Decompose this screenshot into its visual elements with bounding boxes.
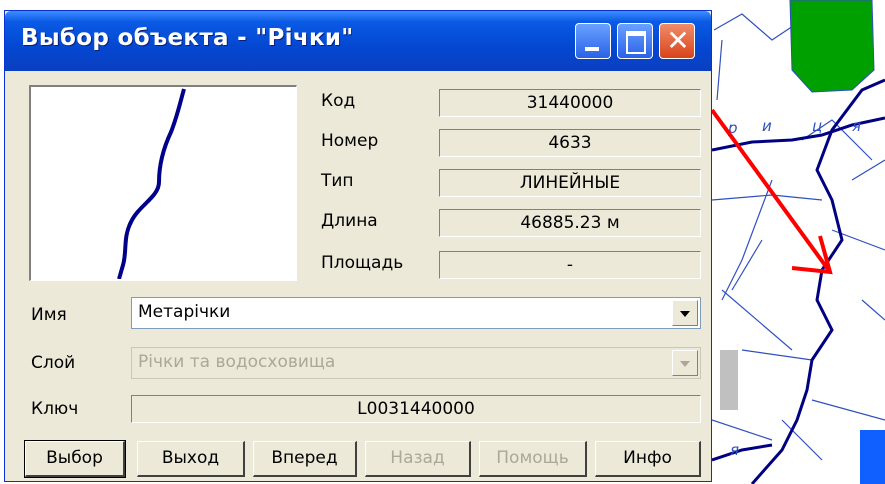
layer-label: Слой [31, 353, 76, 373]
maximize-icon [626, 31, 646, 54]
name-label: Имя [31, 305, 67, 325]
window-title: Выбор объекта - "Річки" [21, 25, 354, 51]
length-value: 46885.23 м [439, 209, 701, 237]
maximize-button[interactable] [617, 23, 653, 59]
minimize-button[interactable] [575, 23, 611, 59]
river-lines [712, 78, 885, 484]
code-value: 31440000 [439, 89, 701, 117]
preview-river-shape [117, 88, 186, 280]
map-canvas: р и ц я я [712, 0, 885, 484]
layer-dropdown-button [672, 350, 698, 376]
area-value: - [439, 251, 701, 279]
forward-button[interactable]: Вперед [253, 441, 357, 477]
building [720, 350, 738, 410]
type-value: ЛИНЕЙНЫЕ [439, 169, 701, 197]
key-value: L0031440000 [131, 395, 701, 423]
number-label: Номер [321, 131, 379, 151]
name-dropdown-button[interactable] [672, 300, 698, 326]
map-label: я [730, 441, 739, 459]
code-label: Код [321, 91, 356, 111]
map-label: и [762, 117, 772, 135]
key-label: Ключ [31, 399, 79, 419]
select-button[interactable]: Выбор [24, 440, 126, 478]
back-button: Назад [365, 441, 471, 477]
area-label: Площадь [321, 253, 404, 273]
type-label: Тип [321, 171, 354, 191]
water-area [860, 430, 885, 484]
map-view[interactable]: р и ц я я [712, 0, 885, 484]
park-area [789, 0, 875, 93]
map-label: ц [812, 117, 822, 135]
exit-button[interactable]: Выход [137, 441, 245, 477]
layer-combobox: Річки та водосховища [131, 347, 701, 379]
minimize-icon [585, 47, 599, 51]
title-bar[interactable]: Выбор объекта - "Річки" ✕ [5, 11, 711, 71]
help-button: Помощь [479, 441, 587, 477]
map-label: я [852, 117, 861, 135]
close-button[interactable]: ✕ [659, 23, 695, 59]
length-label: Длина [321, 211, 378, 231]
object-preview [29, 85, 297, 281]
name-combobox[interactable]: Метарічки [131, 297, 701, 329]
chevron-down-icon [680, 361, 690, 367]
info-button[interactable]: Инфо [595, 441, 701, 477]
chevron-down-icon [680, 311, 690, 317]
number-value: 4633 [439, 129, 701, 157]
close-icon: ✕ [666, 24, 690, 57]
layer-value: Річки та водосховища [138, 352, 336, 372]
select-object-dialog: Выбор объекта - "Річки" ✕ Код 31440000 Н… [4, 10, 712, 482]
name-value: Метарічки [138, 302, 231, 322]
